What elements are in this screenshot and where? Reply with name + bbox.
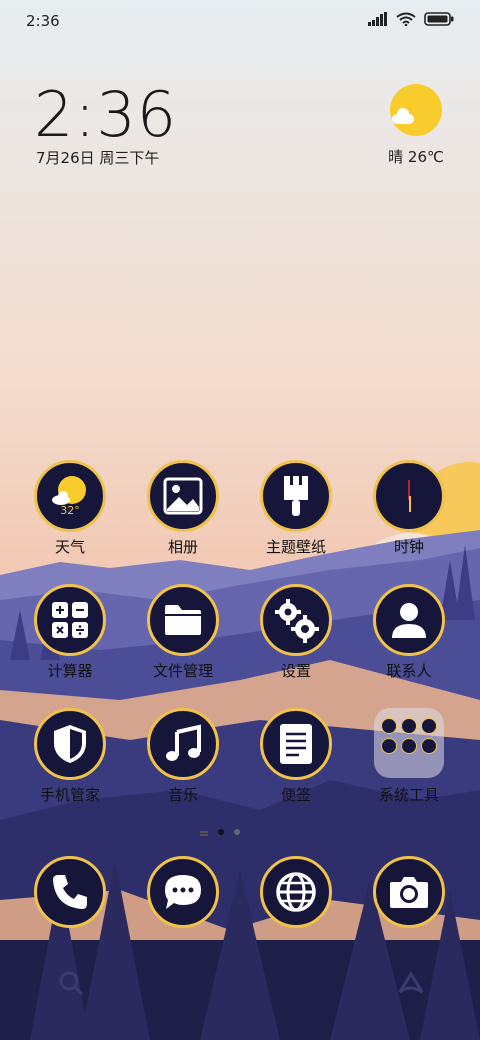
page-indicator[interactable] xyxy=(200,829,240,835)
app-notes[interactable]: 便签 xyxy=(246,708,346,805)
weather-app-temp: 32° xyxy=(60,503,80,517)
app-label: 联系人 xyxy=(386,662,432,680)
person-icon xyxy=(373,584,445,656)
status-icons xyxy=(368,12,454,26)
app-label: 音乐 xyxy=(167,786,198,804)
clock-icon xyxy=(373,460,445,532)
shield-icon xyxy=(34,708,106,780)
folder-mini-icon xyxy=(401,738,417,754)
weather-widget-text: 晴 26℃ xyxy=(388,148,444,166)
notes-icon xyxy=(260,708,332,780)
app-label: 主题壁纸 xyxy=(265,538,326,556)
app-label: 设置 xyxy=(280,662,311,680)
app-label: 系统工具 xyxy=(378,786,439,804)
folder-system-tools[interactable]: 系统工具 xyxy=(359,708,459,805)
app-label: 计算器 xyxy=(47,662,93,680)
dock-phone[interactable] xyxy=(20,856,120,928)
app-files[interactable]: 文件管理 xyxy=(133,584,233,681)
dock-messages[interactable] xyxy=(133,856,233,928)
status-time: 2:36 xyxy=(26,12,60,30)
folder-icon xyxy=(147,584,219,656)
search-icon[interactable] xyxy=(58,970,84,996)
gallery-icon xyxy=(147,460,219,532)
page-dot[interactable] xyxy=(234,829,240,835)
app-label: 便签 xyxy=(280,786,311,804)
folder-mini-icon xyxy=(381,718,397,734)
globe-icon xyxy=(260,856,332,928)
app-music[interactable]: 音乐 xyxy=(133,708,233,805)
clock-widget-time[interactable]: 2:36 xyxy=(34,78,177,151)
app-label: 文件管理 xyxy=(152,662,213,680)
folder-mini-icon xyxy=(421,738,437,754)
dock-browser[interactable] xyxy=(246,856,346,928)
dock-camera[interactable] xyxy=(359,856,459,928)
folder-mini-icon xyxy=(401,718,417,734)
gears-icon xyxy=(260,584,332,656)
page-indicator-list[interactable] xyxy=(200,831,208,833)
status-bar: 2:36 xyxy=(0,0,480,44)
app-settings[interactable]: 设置 xyxy=(246,584,346,681)
weather-app-icon: 32° xyxy=(34,460,106,532)
folder-mini-icon xyxy=(421,718,437,734)
app-label: 天气 xyxy=(54,538,85,556)
camera-icon xyxy=(373,856,445,928)
app-label: 时钟 xyxy=(393,538,424,556)
app-label: 相册 xyxy=(167,538,198,556)
folder-preview xyxy=(374,708,444,778)
sunny-icon xyxy=(390,84,442,136)
app-clock[interactable]: 时钟 xyxy=(359,460,459,557)
wifi-icon xyxy=(396,12,416,26)
app-themes[interactable]: 主题壁纸 xyxy=(246,460,346,557)
folder-mini-icon xyxy=(381,738,397,754)
app-gallery[interactable]: 相册 xyxy=(133,460,233,557)
weather-widget[interactable]: 晴 26℃ xyxy=(384,84,448,167)
app-security[interactable]: 手机管家 xyxy=(20,708,120,805)
phone-icon xyxy=(34,856,106,928)
paintbrush-icon xyxy=(260,460,332,532)
app-label: 手机管家 xyxy=(39,786,100,804)
clock-widget-date: 7月26日 周三下午 xyxy=(36,149,160,167)
assistant-icon[interactable] xyxy=(396,970,426,996)
music-note-icon xyxy=(147,708,219,780)
app-calculator[interactable]: 计算器 xyxy=(20,584,120,681)
calculator-icon xyxy=(34,584,106,656)
app-contacts[interactable]: 联系人 xyxy=(359,584,459,681)
signal-icon xyxy=(368,12,387,26)
chat-bubble-icon xyxy=(147,856,219,928)
app-weather[interactable]: 32° 天气 xyxy=(20,460,120,557)
page-dot-active[interactable] xyxy=(218,829,224,835)
battery-icon xyxy=(424,12,454,26)
